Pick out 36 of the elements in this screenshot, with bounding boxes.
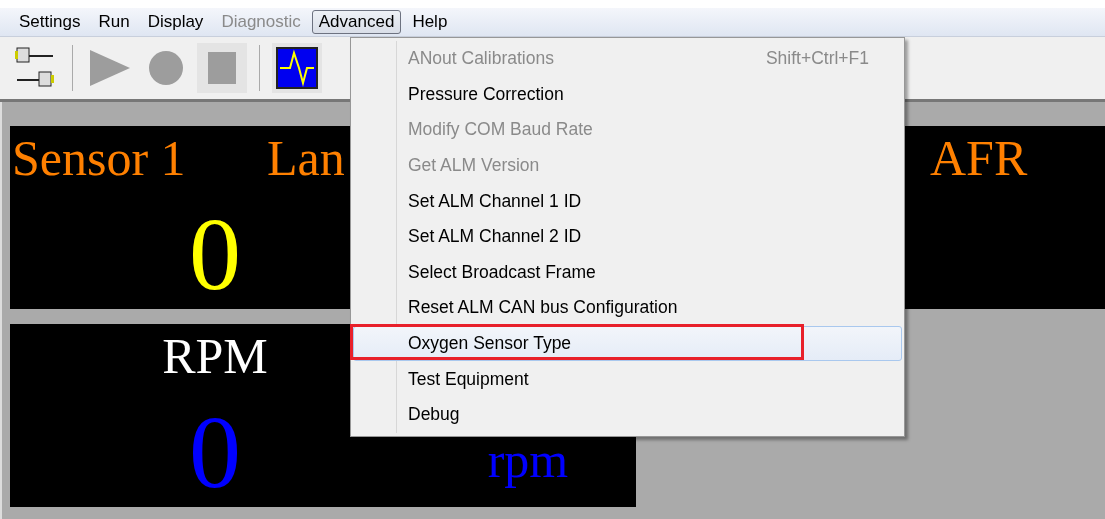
menu-item[interactable]: Set ALM Channel 1 ID: [353, 183, 902, 219]
menu-item[interactable]: Settings: [12, 10, 88, 34]
menu-item[interactable]: Oxygen Sensor Type: [353, 325, 902, 362]
menu-item-label: Select Broadcast Frame: [408, 261, 596, 283]
menu-item[interactable]: Run: [91, 10, 137, 34]
stop-icon: [208, 52, 236, 84]
menu-item-label: Reset ALM CAN bus Configuration: [408, 297, 678, 319]
menu-item[interactable]: Debug: [353, 396, 902, 433]
menu-item[interactable]: Set ALM Channel 2 ID: [353, 218, 902, 255]
menu-item-label: Debug: [408, 404, 460, 426]
menu-item-label: Pressure Correction: [408, 83, 564, 105]
menu-item[interactable]: Reset ALM CAN bus Configuration: [353, 290, 902, 326]
menu-item[interactable]: Advanced: [311, 10, 402, 34]
gauge-label: Sensor 1: [12, 129, 186, 188]
gauge-value: 0: [189, 199, 241, 309]
menu-item-label: Test Equipment: [408, 368, 529, 390]
waveform-icon: [276, 47, 318, 89]
menu-item-label: Set ALM Channel 1 ID: [408, 190, 582, 212]
menu-item-label: Oxygen Sensor Type: [408, 333, 572, 355]
play-icon: [90, 50, 130, 86]
gauge-label: RPM: [162, 327, 268, 386]
toolbar-button[interactable]: [272, 43, 322, 93]
menu-item[interactable]: Display: [140, 10, 211, 34]
shortcut-label: Shift+Ctrl+F1: [765, 48, 869, 70]
menu-item-label: Modify COM Baud Rate: [408, 119, 593, 141]
menu-item-label: Set ALM Channel 2 ID: [408, 226, 582, 248]
menu-item[interactable]: Select Broadcast Frame: [353, 254, 902, 291]
gauge-value: 0: [189, 397, 241, 507]
menu-item-label: Get ALM Version: [408, 155, 540, 177]
gauge-label: AFR: [930, 129, 1028, 188]
record-icon: [149, 51, 183, 85]
gauge-label: Lan: [267, 129, 345, 188]
menu-item[interactable]: Pressure Correction: [353, 76, 902, 113]
menu-item[interactable]: Test Equipment: [353, 361, 902, 397]
menu-item-label: ANout Calibrations: [408, 48, 554, 70]
menu-item[interactable]: Help: [405, 10, 455, 34]
